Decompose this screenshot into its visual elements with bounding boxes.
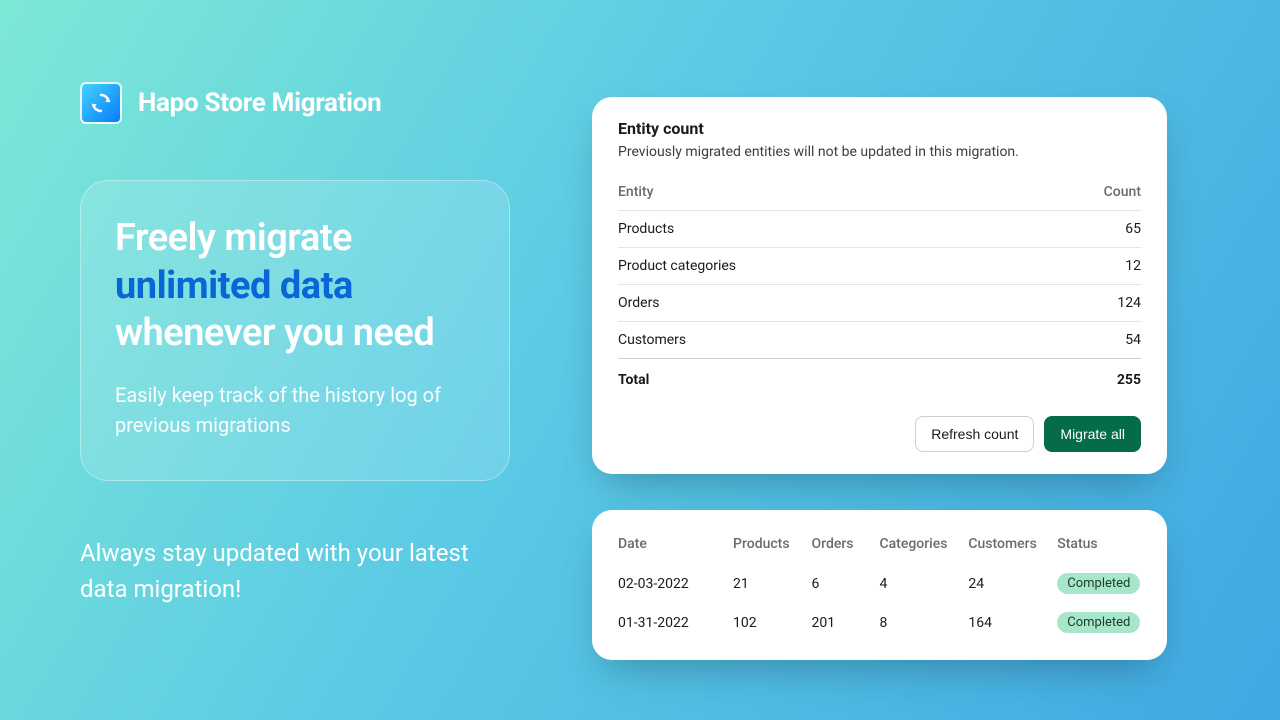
entity-col-count: Count: [1015, 176, 1141, 211]
history-col-orders: Orders: [811, 528, 879, 564]
hero-heading: Freely migrate unlimited data whenever y…: [115, 215, 475, 358]
table-row: 01-31-2022 102 201 8 164 Completed: [618, 603, 1141, 642]
entity-count: 12: [1015, 248, 1141, 285]
total-label: Total: [618, 359, 1015, 399]
history-customers: 164: [968, 603, 1057, 642]
entity-col-entity: Entity: [618, 176, 1015, 211]
table-row: 02-03-2022 21 6 4 24 Completed: [618, 564, 1141, 603]
refresh-count-button[interactable]: Refresh count: [915, 416, 1034, 452]
table-row: Orders 124: [618, 285, 1141, 322]
history-card: Date Products Orders Categories Customer…: [592, 510, 1167, 660]
history-products: 21: [733, 564, 811, 603]
table-row: Customers 54: [618, 322, 1141, 359]
hero-accent: unlimited data: [115, 264, 353, 308]
tagline: Always stay updated with your latest dat…: [80, 535, 510, 607]
hero-subtitle: Easily keep track of the history log of …: [115, 380, 475, 440]
history-col-categories: Categories: [879, 528, 968, 564]
entity-count-card: Entity count Previously migrated entitie…: [592, 97, 1167, 474]
hero-line-3: whenever you need: [115, 311, 434, 355]
brand-header: Hapo Store Migration: [80, 82, 381, 124]
history-categories: 4: [879, 564, 968, 603]
refresh-icon: [89, 91, 113, 115]
entity-count-note: Previously migrated entities will not be…: [618, 144, 1141, 160]
history-date: 02-03-2022: [618, 564, 733, 603]
history-date: 01-31-2022: [618, 603, 733, 642]
migrate-all-button[interactable]: Migrate all: [1044, 416, 1141, 452]
total-count: 255: [1015, 359, 1141, 399]
entity-count: 54: [1015, 322, 1141, 359]
entity-label: Orders: [618, 285, 1015, 322]
history-col-products: Products: [733, 528, 811, 564]
entity-table: Entity Count Products 65 Product categor…: [618, 176, 1141, 398]
entity-actions: Refresh count Migrate all: [618, 416, 1141, 452]
history-col-status: Status: [1057, 528, 1141, 564]
history-orders: 201: [811, 603, 879, 642]
total-row: Total 255: [618, 359, 1141, 399]
entity-label: Products: [618, 211, 1015, 248]
entity-label: Product categories: [618, 248, 1015, 285]
history-col-customers: Customers: [968, 528, 1057, 564]
table-row: Product categories 12: [618, 248, 1141, 285]
history-table: Date Products Orders Categories Customer…: [618, 528, 1141, 642]
brand-icon: [80, 82, 122, 124]
status-badge: Completed: [1057, 612, 1140, 633]
hero-line-1: Freely migrate: [115, 216, 352, 260]
hero-card: Freely migrate unlimited data whenever y…: [80, 180, 510, 481]
entity-count: 124: [1015, 285, 1141, 322]
brand-title: Hapo Store Migration: [138, 88, 381, 118]
history-customers: 24: [968, 564, 1057, 603]
entity-label: Customers: [618, 322, 1015, 359]
history-products: 102: [733, 603, 811, 642]
status-badge: Completed: [1057, 573, 1140, 594]
table-row: Products 65: [618, 211, 1141, 248]
entity-count: 65: [1015, 211, 1141, 248]
entity-count-title: Entity count: [618, 119, 1141, 138]
history-col-date: Date: [618, 528, 733, 564]
history-categories: 8: [879, 603, 968, 642]
history-orders: 6: [811, 564, 879, 603]
